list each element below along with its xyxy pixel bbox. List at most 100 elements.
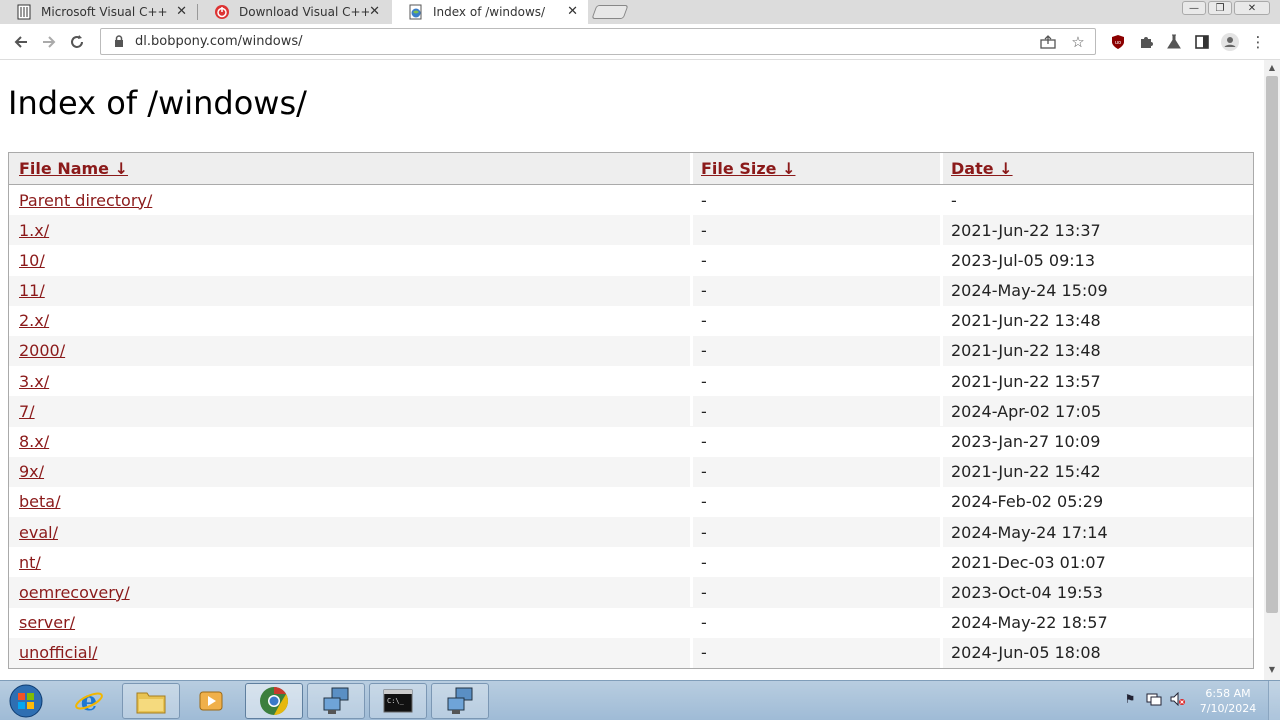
puzzle-extension-icon[interactable] <box>1136 32 1156 52</box>
file-listing-table: File Name ↓ File Size ↓ Date ↓ Parent di… <box>8 152 1254 669</box>
column-divider <box>690 305 693 336</box>
column-header-file-size: File Size ↓ <box>701 153 795 184</box>
file-name-cell: 8.x/ <box>19 427 49 457</box>
kebab-menu-icon[interactable]: ⋮ <box>1248 32 1268 52</box>
scrollbar-thumb[interactable] <box>1266 76 1278 613</box>
file-size-cell: - <box>701 190 707 210</box>
lock-icon[interactable] <box>114 35 126 48</box>
table-row: nt/ - 2021-Dec-03 01:07 <box>9 547 1253 578</box>
file-name-link[interactable]: 2.x/ <box>19 311 49 330</box>
column-divider <box>940 547 943 578</box>
show-desktop-button[interactable] <box>1268 681 1280 720</box>
close-tab-icon[interactable]: ✕ <box>369 4 380 19</box>
scroll-down-icon[interactable]: ▼ <box>1267 665 1277 675</box>
internet-explorer-icon[interactable]: e <box>60 683 118 719</box>
date-cell: 2024-Feb-02 05:29 <box>951 492 1104 512</box>
bookmark-star-icon[interactable]: ☆ <box>1069 33 1087 51</box>
sort-by-file-size-link[interactable]: File Size ↓ <box>701 159 795 178</box>
table-row: unofficial/ - 2024-Jun-05 18:08 <box>9 637 1253 668</box>
column-divider <box>940 245 943 276</box>
tab-download-visual-cpp[interactable]: Download Visual C++ R ✕ <box>198 0 390 24</box>
close-window-icon[interactable]: ✕ <box>1234 1 1270 15</box>
file-name-link[interactable]: 7/ <box>19 402 35 421</box>
file-name-cell: 9x/ <box>19 457 44 487</box>
file-name-cell: 7/ <box>19 396 35 426</box>
close-tab-icon[interactable]: ✕ <box>176 4 187 19</box>
restore-icon[interactable]: ❐ <box>1208 1 1232 15</box>
sort-by-file-name-link[interactable]: File Name ↓ <box>19 159 128 178</box>
file-name-link[interactable]: 9x/ <box>19 462 44 481</box>
column-divider <box>940 185 943 215</box>
close-tab-icon[interactable]: ✕ <box>567 4 578 19</box>
date-cell: 2023-Jul-05 09:13 <box>951 250 1096 270</box>
table-row: 10/ - 2023-Jul-05 09:13 <box>9 245 1253 276</box>
file-name-cell: Parent directory/ <box>19 185 152 215</box>
date-cell: 2024-Apr-02 17:05 <box>951 401 1102 421</box>
profile-avatar-icon[interactable] <box>1220 32 1240 52</box>
side-panel-icon[interactable] <box>1192 32 1212 52</box>
column-divider <box>690 215 693 246</box>
lab-flask-icon[interactable] <box>1164 32 1184 52</box>
tab-index-of-windows[interactable]: Index of /windows/ ✕ <box>392 0 588 24</box>
chrome-browser-icon[interactable] <box>245 683 303 719</box>
ublock-origin-icon[interactable]: uo <box>1108 32 1128 52</box>
new-tab-button[interactable] <box>591 5 629 19</box>
date-cell: 2021-Jun-22 15:42 <box>951 462 1101 482</box>
column-divider <box>940 637 943 668</box>
volume-muted-icon[interactable] <box>1170 691 1186 707</box>
file-name-cell: 3.x/ <box>19 366 49 396</box>
table-row: beta/ - 2024-Feb-02 05:29 <box>9 486 1253 517</box>
file-name-link[interactable]: 3.x/ <box>19 372 49 391</box>
file-name-link[interactable]: server/ <box>19 613 75 632</box>
svg-text:C:\_: C:\_ <box>387 697 405 705</box>
command-prompt-icon[interactable]: C:\_ <box>369 683 427 719</box>
back-icon[interactable] <box>8 30 34 54</box>
minimize-icon[interactable]: — <box>1182 1 1206 15</box>
date-cell: 2021-Jun-22 13:57 <box>951 371 1101 391</box>
table-row: 3.x/ - 2021-Jun-22 13:57 <box>9 366 1253 397</box>
file-size-cell: - <box>701 311 707 331</box>
file-size-cell: - <box>701 432 707 451</box>
file-explorer-icon[interactable] <box>122 683 180 719</box>
file-name-link[interactable]: eval/ <box>19 523 58 542</box>
file-name-link[interactable]: oemrecovery/ <box>19 583 130 602</box>
file-name-link[interactable]: unofficial/ <box>19 643 97 662</box>
reload-icon[interactable] <box>64 30 90 54</box>
forward-icon[interactable] <box>36 30 62 54</box>
system-clock[interactable]: 6:58 AM 7/10/2024 <box>1192 686 1264 716</box>
column-divider <box>690 275 693 306</box>
share-icon[interactable] <box>1039 33 1057 51</box>
file-name-link[interactable]: 1.x/ <box>19 221 49 240</box>
scroll-up-icon[interactable]: ▲ <box>1267 63 1277 73</box>
svg-text:uo: uo <box>1115 40 1121 46</box>
file-name-link[interactable]: nt/ <box>19 553 41 572</box>
file-size-cell: - <box>701 462 707 482</box>
column-divider <box>940 366 943 397</box>
network-remote-icon-2[interactable] <box>431 683 489 719</box>
page-content: Index of /windows/ File Name ↓ File Size… <box>0 60 1264 680</box>
globe-page-icon <box>408 4 424 20</box>
file-name-cell: 2.x/ <box>19 306 49 336</box>
network-remote-icon[interactable] <box>307 683 365 719</box>
start-button[interactable] <box>4 682 48 720</box>
vertical-scrollbar[interactable]: ▲ ▼ <box>1264 60 1280 680</box>
file-name-link[interactable]: 11/ <box>19 281 45 300</box>
sort-by-date-link[interactable]: Date ↓ <box>951 159 1013 178</box>
table-row: oemrecovery/ - 2023-Oct-04 19:53 <box>9 577 1253 608</box>
action-center-flag-icon[interactable]: ⚑ <box>1122 691 1138 707</box>
media-player-icon[interactable] <box>182 683 240 719</box>
date-cell: 2021-Jun-22 13:48 <box>951 341 1101 361</box>
file-size-cell: - <box>701 250 707 270</box>
address-bar[interactable]: dl.bobpony.com/windows/ ☆ <box>100 28 1096 55</box>
file-name-link[interactable]: 10/ <box>19 251 45 270</box>
file-name-link[interactable]: 2000/ <box>19 341 65 360</box>
network-icon[interactable] <box>1146 691 1162 707</box>
file-size-cell: - <box>701 613 707 633</box>
file-name-link[interactable]: 8.x/ <box>19 432 49 451</box>
column-divider <box>940 456 943 487</box>
file-name-link[interactable]: Parent directory/ <box>19 191 152 210</box>
file-name-link[interactable]: beta/ <box>19 492 60 511</box>
file-name-cell: oemrecovery/ <box>19 577 130 607</box>
tab-microsoft-visual-cpp[interactable]: Microsoft Visual C++ R ✕ <box>0 0 197 24</box>
column-divider <box>690 396 693 427</box>
